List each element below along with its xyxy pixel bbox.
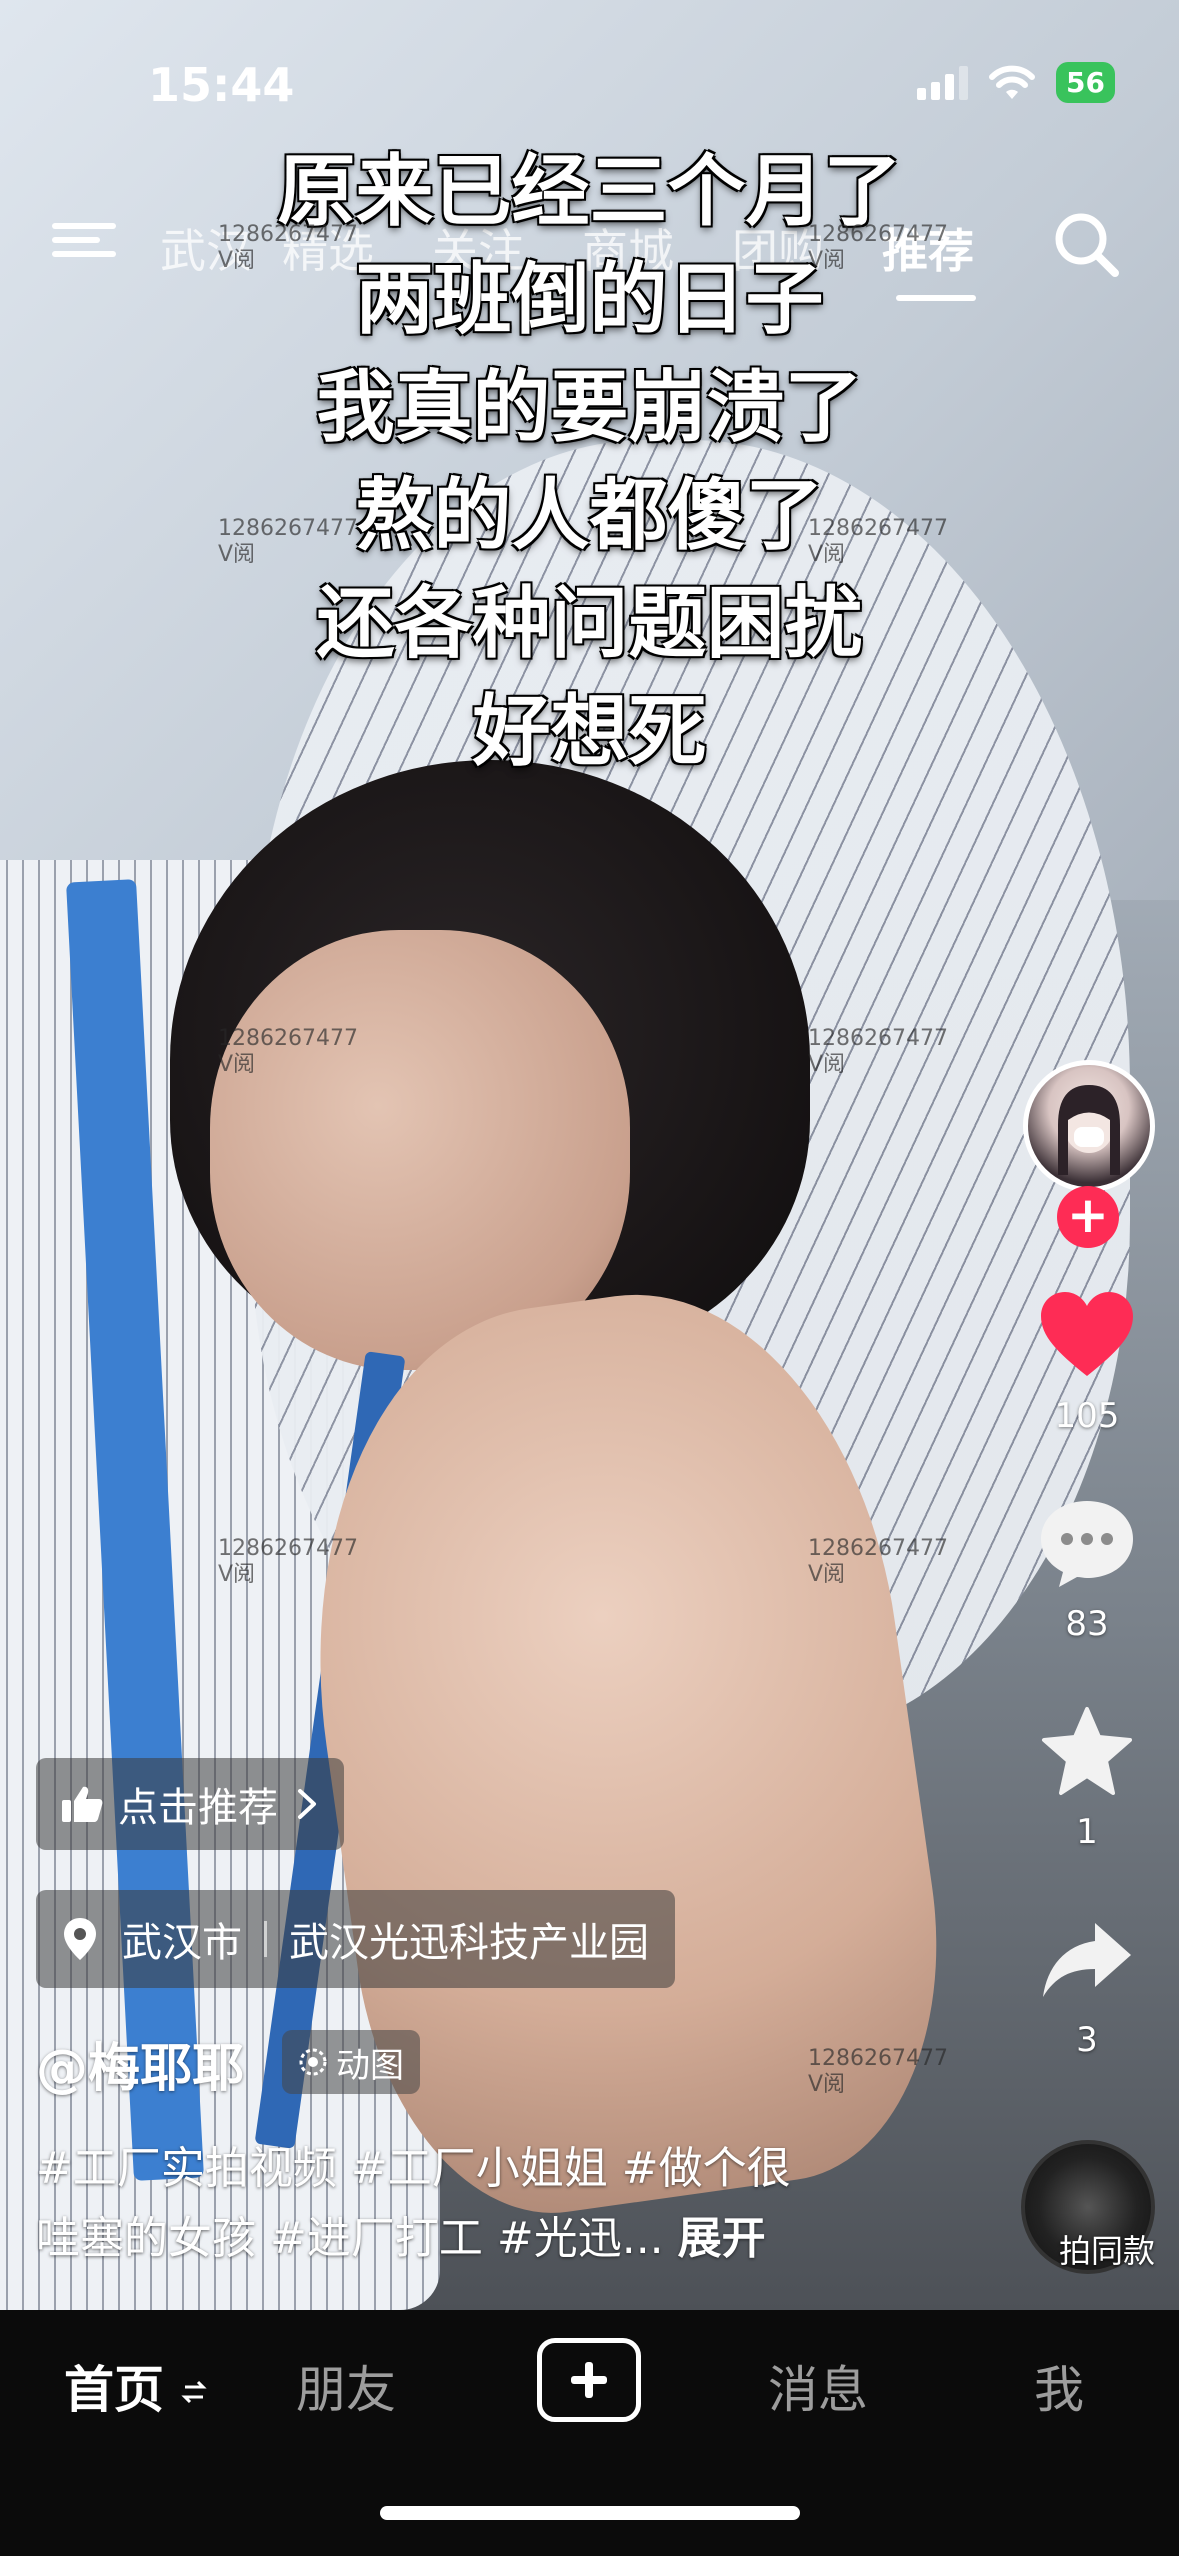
- description-line: #工厂实拍视频 #工厂小姐姐 #做个很: [36, 2143, 791, 2194]
- like-action[interactable]: 105: [1007, 1280, 1167, 1436]
- wifi-icon: [989, 65, 1036, 99]
- caption-line: 两班倒的日子: [355, 255, 824, 345]
- plus-icon: [571, 2362, 607, 2398]
- location-pin-icon: [64, 1918, 96, 1960]
- watermark: 1286267477 V阅: [808, 222, 948, 273]
- expand-button[interactable]: 展开: [678, 2213, 766, 2264]
- animation-icon: [299, 2048, 327, 2076]
- chevron-right-icon: [298, 1789, 316, 1819]
- heart-icon: [1041, 1292, 1133, 1376]
- status-icons: 56: [917, 62, 1115, 103]
- watermark: 1286267477 V阅: [808, 1536, 948, 1587]
- watermark: 1286267477 V阅: [808, 516, 948, 567]
- animated-image-tag: 动图: [282, 2030, 420, 2094]
- description-line: 哇塞的女孩 #进厂打工 #光迅...: [36, 2213, 664, 2264]
- like-count: 105: [1054, 1396, 1120, 1436]
- create-button[interactable]: [537, 2338, 641, 2422]
- caption-line: 好想死: [472, 687, 707, 777]
- nav-home[interactable]: 首页: [64, 2350, 208, 2422]
- author-name[interactable]: @梅耶耶: [36, 2026, 244, 2101]
- caption-line: 还各种问题困扰: [316, 579, 863, 669]
- avatar-portrait-icon: [1058, 1085, 1120, 1175]
- star-icon: [1042, 1707, 1132, 1795]
- recommend-button[interactable]: 点击推荐: [36, 1758, 344, 1850]
- use-sound-label[interactable]: 拍同款: [1059, 2226, 1155, 2272]
- share-arrow-icon: [1043, 1923, 1131, 1997]
- watermark: 1286267477 V阅: [218, 222, 358, 273]
- home-indicator[interactable]: [380, 2506, 800, 2520]
- nav-messages[interactable]: 消息: [768, 2350, 868, 2422]
- signal-icon: [917, 65, 969, 100]
- nav-me[interactable]: 我: [1034, 2350, 1084, 2422]
- comment-count: 83: [1065, 1604, 1109, 1644]
- watermark: 1286267477 V阅: [218, 1026, 358, 1077]
- follow-button[interactable]: +: [1057, 1186, 1119, 1248]
- divider: [264, 1921, 267, 1957]
- watermark: 1286267477 V阅: [218, 1536, 358, 1587]
- nav-friends[interactable]: 朋友: [296, 2350, 396, 2422]
- author-avatar-group: +: [1007, 1060, 1167, 1260]
- share-count: 3: [1076, 2020, 1098, 2060]
- video-description[interactable]: #工厂实拍视频 #工厂小姐姐 #做个很 哇塞的女孩 #进厂打工 #光迅... 展…: [36, 2134, 916, 2274]
- favorite-count: 1: [1076, 1812, 1098, 1852]
- caption-line: 熬的人都傻了: [355, 471, 824, 561]
- location-tag[interactable]: 武汉市 武汉光迅科技产业园: [36, 1890, 675, 1988]
- location-place: 武汉光迅科技产业园: [289, 1920, 649, 1966]
- favorite-action[interactable]: 1: [1007, 1696, 1167, 1852]
- watermark: 1286267477 V阅: [808, 2046, 948, 2097]
- watermark: 1286267477 V阅: [218, 516, 358, 567]
- comment-icon: [1041, 1501, 1133, 1587]
- caption-line: 我真的要崩溃了: [316, 363, 863, 453]
- battery-indicator: 56: [1056, 62, 1115, 103]
- share-action[interactable]: 3: [1007, 1904, 1167, 2060]
- thumbs-up-icon: [62, 1786, 103, 1822]
- status-time: 15:44: [148, 58, 295, 112]
- refresh-arrows-icon: [181, 2380, 208, 2404]
- location-city: 武汉市: [122, 1920, 242, 1966]
- avatar[interactable]: [1023, 1060, 1155, 1192]
- caption-line: 原来已经三个月了: [277, 147, 902, 237]
- watermark: 1286267477 V阅: [808, 1026, 948, 1077]
- video-caption: 原来已经三个月了 两班倒的日子 我真的要崩溃了 熬的人都傻了 还各种问题困扰 好…: [0, 138, 1179, 786]
- recommend-label: 点击推荐: [118, 1785, 278, 1831]
- nav-home-label: 首页: [64, 2361, 164, 2419]
- animated-image-label: 动图: [336, 2045, 404, 2086]
- comment-action[interactable]: 83: [1007, 1488, 1167, 1644]
